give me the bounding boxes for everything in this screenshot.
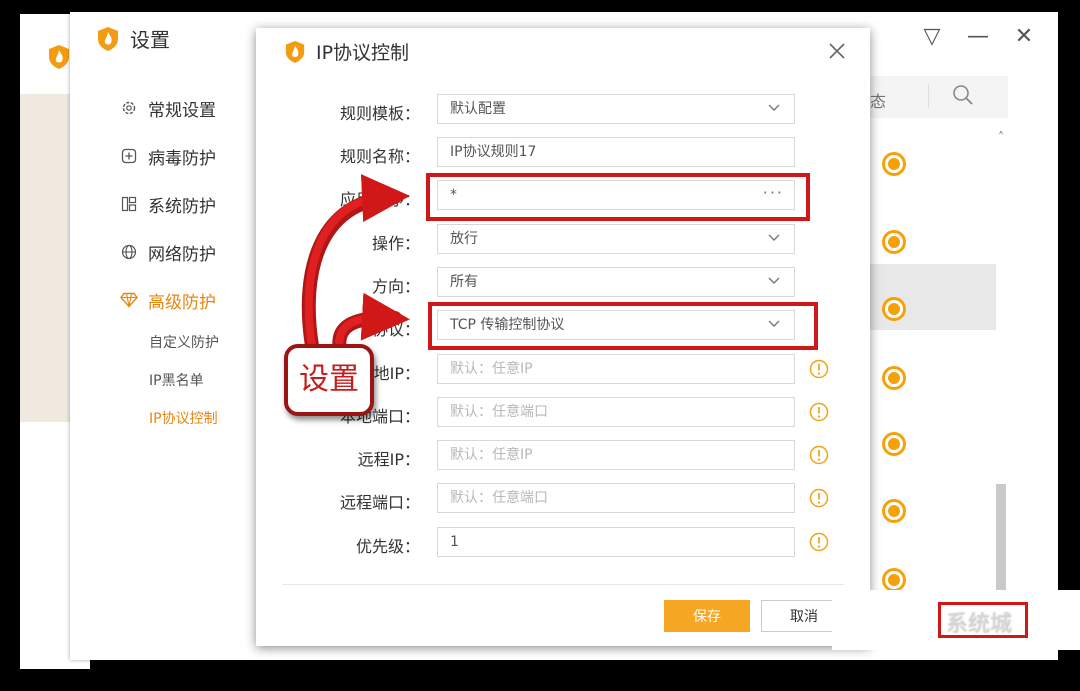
field-label: 规则名称： bbox=[339, 147, 420, 166]
minimize-icon[interactable]: — bbox=[964, 24, 992, 50]
rule-list-panel: 态 ˄ ˅ bbox=[870, 72, 1010, 652]
local-port-input[interactable]: 默认：任意端口 bbox=[437, 397, 795, 427]
save-button[interactable]: 保存 bbox=[664, 600, 750, 632]
rule-toggle[interactable] bbox=[882, 568, 906, 592]
watermark-text: 系统城 bbox=[946, 612, 1013, 637]
rule-toggle[interactable] bbox=[882, 499, 906, 523]
select-value: 放行 bbox=[450, 231, 478, 247]
close-icon[interactable] bbox=[826, 40, 848, 62]
close-window-icon[interactable]: ✕ bbox=[1010, 24, 1038, 50]
settings-title: 设置 bbox=[130, 28, 170, 52]
chevron-down-icon bbox=[768, 320, 780, 327]
rule-template-select[interactable]: 默认配置 bbox=[437, 94, 795, 124]
field-label: 规则模板： bbox=[339, 104, 420, 123]
application-input[interactable]: * ··· bbox=[437, 180, 795, 210]
sidebar-item-label: 系统防护 bbox=[148, 196, 216, 217]
field-label: 操作： bbox=[371, 234, 420, 253]
info-icon[interactable] bbox=[809, 402, 829, 422]
gear-icon bbox=[120, 99, 138, 117]
priority-row: 优先级： 1 bbox=[256, 527, 870, 559]
local-ip-input[interactable]: 默认：任意IP bbox=[437, 354, 795, 384]
field-label: 协议： bbox=[371, 320, 420, 339]
field-label: 远程端口： bbox=[339, 493, 420, 512]
rule-list-header bbox=[870, 76, 1008, 118]
scroll-up-icon[interactable]: ˄ bbox=[998, 130, 1004, 144]
sidebar-item-label: 病毒防护 bbox=[148, 148, 216, 169]
protocol-row: 协议： TCP 传输控制协议 bbox=[256, 310, 870, 342]
protocol-select[interactable]: TCP 传输控制协议 bbox=[437, 310, 795, 340]
direction-row: 方向： 所有 bbox=[256, 267, 870, 299]
action-select[interactable]: 放行 bbox=[437, 224, 795, 254]
settings-title-bar: 设置 bbox=[96, 24, 170, 53]
shield-logo-icon bbox=[285, 40, 305, 63]
grid-icon bbox=[120, 195, 138, 213]
chevron-down-icon bbox=[768, 104, 780, 111]
action-row: 操作： 放行 bbox=[256, 224, 870, 256]
remote-ip-row: 远程IP： 默认：任意IP bbox=[256, 440, 870, 472]
select-value: 默认配置 bbox=[450, 101, 506, 117]
rule-toggle[interactable] bbox=[882, 230, 906, 254]
menu-dropdown-icon[interactable]: ▽ bbox=[918, 24, 946, 50]
rule-template-row: 规则模板： 默认配置 bbox=[256, 94, 870, 126]
shield-logo-icon bbox=[98, 26, 118, 51]
rule-toggle[interactable] bbox=[882, 152, 906, 176]
rule-toggle[interactable] bbox=[882, 432, 906, 456]
rule-name-row: 规则名称： IP协议规则17 bbox=[256, 137, 870, 169]
dialog-title: IP协议控制 bbox=[316, 42, 410, 64]
browse-ellipsis-icon[interactable]: ··· bbox=[763, 179, 784, 207]
sidebar-item-label: 高级防护 bbox=[148, 292, 216, 313]
field-label: 优先级： bbox=[355, 537, 420, 556]
dialog-title-bar: IP协议控制 bbox=[284, 38, 409, 65]
globe-icon bbox=[120, 243, 138, 261]
sidebar-item-label: 网络防护 bbox=[148, 244, 216, 265]
remote-port-input[interactable]: 默认：任意端口 bbox=[437, 483, 795, 513]
field-label: 应用程序： bbox=[339, 190, 420, 209]
info-icon[interactable] bbox=[809, 532, 829, 552]
scrollbar-thumb[interactable] bbox=[996, 484, 1006, 600]
input-value: * bbox=[450, 187, 457, 203]
status-column-header: 态 bbox=[870, 92, 887, 111]
remote-ip-input[interactable]: 默认：任意IP bbox=[437, 440, 795, 470]
annotation-callout: 设置 bbox=[284, 344, 374, 416]
application-row: 应用程序： * ··· bbox=[256, 180, 870, 212]
chevron-down-icon bbox=[768, 277, 780, 284]
shield-logo-icon bbox=[49, 45, 69, 69]
direction-select[interactable]: 所有 bbox=[437, 267, 795, 297]
select-value: TCP 传输控制协议 bbox=[450, 317, 565, 333]
remote-port-row: 远程端口： 默认：任意端口 bbox=[256, 483, 870, 515]
rule-toggle[interactable] bbox=[882, 366, 906, 390]
footer-divider bbox=[282, 584, 844, 585]
window-controls: ▽ — ✕ bbox=[918, 24, 1038, 50]
select-value: 所有 bbox=[450, 274, 478, 290]
rule-toggle[interactable] bbox=[882, 297, 906, 321]
info-icon[interactable] bbox=[809, 359, 829, 379]
info-icon[interactable] bbox=[809, 445, 829, 465]
rule-name-input[interactable]: IP协议规则17 bbox=[437, 137, 795, 167]
ip-protocol-dialog: IP协议控制 规则模板： 默认配置 规则名称： IP协议规则17 应用程序： *… bbox=[256, 28, 870, 646]
info-icon[interactable] bbox=[809, 488, 829, 508]
search-icon[interactable] bbox=[952, 84, 974, 106]
priority-input[interactable]: 1 bbox=[437, 527, 795, 557]
field-label: 方向： bbox=[371, 277, 420, 296]
field-label: 远程IP： bbox=[357, 450, 420, 469]
diamond-icon bbox=[120, 291, 138, 309]
chevron-down-icon bbox=[768, 234, 780, 241]
plus-box-icon bbox=[120, 147, 138, 165]
header-divider bbox=[928, 84, 929, 108]
sidebar-item-label: 常规设置 bbox=[148, 100, 216, 121]
